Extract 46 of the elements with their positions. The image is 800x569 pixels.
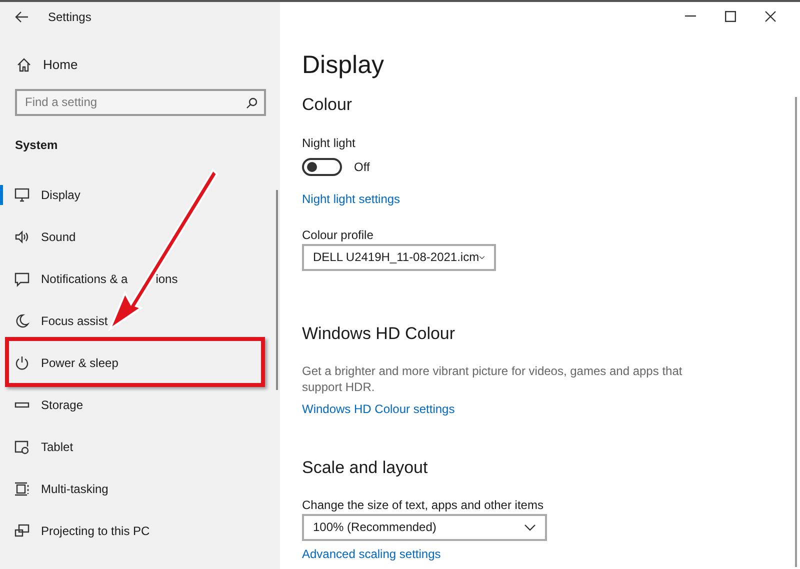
moon-icon bbox=[14, 312, 30, 328]
nav-item[interactable]: Storage bbox=[14, 392, 84, 416]
nav-item[interactable]: Projecting to this PC bbox=[14, 518, 150, 542]
back-arrow-icon bbox=[14, 10, 30, 24]
link[interactable]: Windows HD Colour settings bbox=[302, 400, 455, 418]
setting-label: Change the size of text, apps and other items bbox=[302, 496, 544, 514]
setting-label: Colour profile bbox=[302, 226, 374, 244]
home-link[interactable]: Home bbox=[16, 55, 78, 74]
section-heading: Windows HD Colour bbox=[302, 322, 456, 344]
chevron-down-icon bbox=[524, 522, 536, 532]
scrollbar-thumb[interactable] bbox=[276, 190, 278, 390]
nav-item[interactable]: Notifications & a ions bbox=[14, 266, 178, 290]
multitask-icon bbox=[14, 480, 30, 496]
back-button[interactable] bbox=[14, 10, 30, 24]
projector-icon bbox=[14, 522, 30, 538]
dropdown[interactable]: 100% (Recommended) bbox=[302, 514, 547, 540]
page-title: Display bbox=[302, 50, 385, 80]
toggle-state: Off bbox=[354, 158, 370, 176]
section-heading: System bbox=[15, 136, 59, 154]
link[interactable]: Night light settings bbox=[302, 190, 400, 208]
nav-item[interactable]: Sound bbox=[14, 224, 76, 248]
power-icon bbox=[14, 354, 30, 370]
section-heading: Scale and layout bbox=[302, 457, 429, 479]
maximize-icon bbox=[724, 10, 736, 22]
speaker-icon bbox=[14, 228, 30, 244]
message-icon bbox=[14, 270, 30, 286]
section-heading: Colour bbox=[302, 94, 354, 116]
monitor-icon bbox=[14, 186, 30, 202]
link[interactable]: Advanced scaling settings bbox=[302, 544, 441, 562]
dropdown[interactable]: DELL U2419H_11-08-2021.icm bbox=[302, 244, 496, 270]
description: Get a brighter and more vibrant picture for videos, games and apps that support HDR. bbox=[302, 363, 684, 395]
tablet-icon bbox=[14, 438, 30, 454]
scrollbar-thumb[interactable] bbox=[795, 97, 797, 567]
home-icon bbox=[16, 56, 32, 73]
search-icon bbox=[245, 96, 257, 108]
nav-item[interactable]: Focus assist bbox=[14, 308, 108, 332]
minimize-icon bbox=[684, 15, 696, 17]
nav-item[interactable]: Display bbox=[14, 182, 80, 206]
nav-item[interactable]: Power & sleep bbox=[14, 350, 118, 374]
close-icon bbox=[764, 10, 776, 22]
window-title: Settings bbox=[48, 9, 92, 26]
toggle-switch[interactable] bbox=[302, 158, 342, 176]
search-field[interactable]: Find a setting bbox=[15, 88, 266, 116]
nav-item[interactable]: Multi-tasking bbox=[14, 476, 108, 500]
nav-item[interactable]: Tablet bbox=[14, 434, 74, 458]
setting-label: Night light bbox=[302, 134, 356, 152]
